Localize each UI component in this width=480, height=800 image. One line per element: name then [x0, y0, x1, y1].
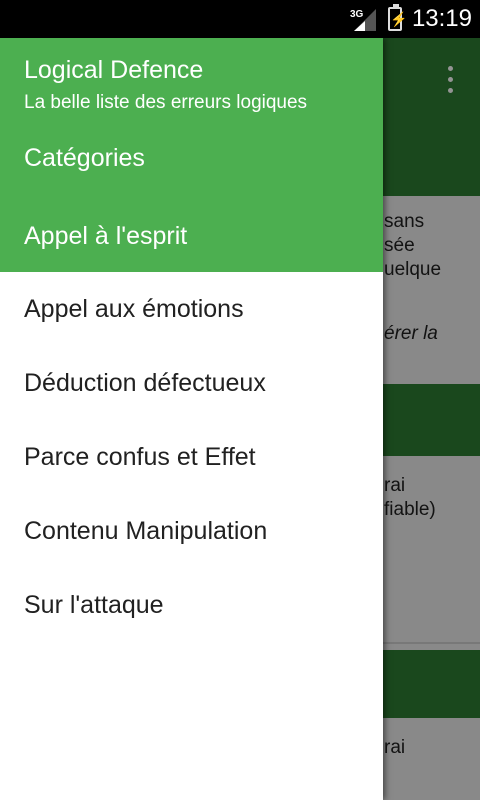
navigation-drawer: Logical Defence La belle liste des erreu… [0, 38, 383, 800]
drawer-item-selected[interactable]: Appel à l'esprit [24, 222, 187, 251]
drawer-item-sur-l-attaque[interactable]: Sur l'attaque [0, 568, 383, 642]
app-title: Logical Defence [24, 56, 204, 84]
signal-icon: 3G [350, 4, 378, 34]
drawer-item-contenu-manipulation[interactable]: Contenu Manipulation [0, 494, 383, 568]
drawer-item-parce-confus-et-effet[interactable]: Parce confus et Effet [0, 420, 383, 494]
drawer-item-deduction-defectueux[interactable]: Déduction défectueux [0, 346, 383, 420]
status-bar: 3G ⚡ 13:19 [0, 0, 480, 38]
battery-icon: ⚡ [387, 4, 407, 31]
drawer-menu: Appel aux émotions Déduction défectueux … [0, 272, 383, 642]
status-icons: 3G ⚡ 13:19 [350, 0, 472, 38]
drawer-item-appel-aux-emotions[interactable]: Appel aux émotions [0, 272, 383, 346]
clock: 13:19 [411, 5, 472, 32]
app-subtitle: La belle liste des erreurs logiques [24, 92, 308, 113]
categories-heading: Catégories [24, 144, 145, 172]
drawer-header: Logical Defence La belle liste des erreu… [0, 38, 383, 272]
